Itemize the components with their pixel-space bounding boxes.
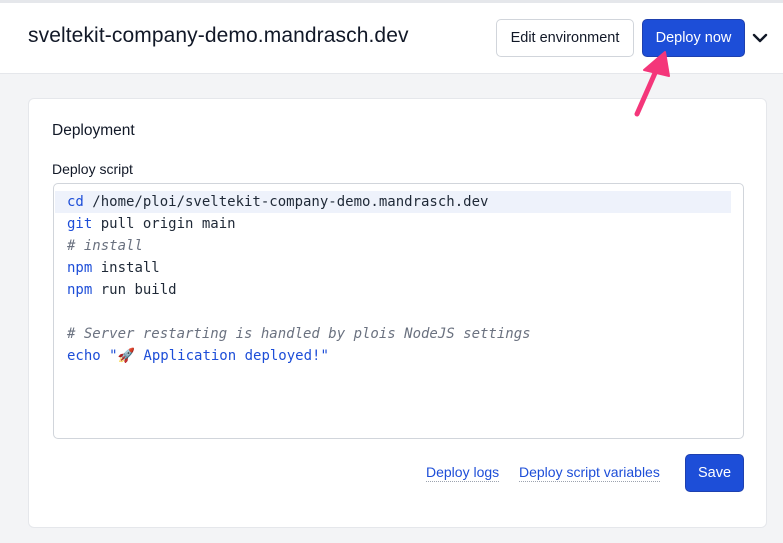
top-bar: sveltekit-company-demo.mandrasch.dev Edi… <box>0 0 783 74</box>
code-args: run build <box>92 282 177 298</box>
code-command: npm <box>67 282 93 298</box>
deploy-script-editor[interactable]: cd /home/ploi/sveltekit-company-demo.man… <box>53 183 744 439</box>
chevron-down-icon[interactable] <box>750 28 770 48</box>
deployment-card: Deployment Deploy script cd /home/ploi/s… <box>28 98 767 528</box>
page-title: sveltekit-company-demo.mandrasch.dev <box>28 24 409 47</box>
code-line: # Server restarting is handled by plois … <box>55 323 731 345</box>
code-comment: # Server restarting is handled by plois … <box>67 326 531 342</box>
code-line: git pull origin main <box>55 213 731 235</box>
code-command: echo <box>67 348 101 364</box>
deploy-now-button[interactable]: Deploy now <box>642 19 745 57</box>
top-divider <box>0 0 783 3</box>
code-line: npm run build <box>55 279 731 301</box>
save-button[interactable]: Save <box>685 454 744 492</box>
code-args: install <box>92 260 160 276</box>
code-args: /home/ploi/sveltekit-company-demo.mandra… <box>83 194 489 210</box>
code-command: git <box>67 216 93 232</box>
code-comment: # install <box>67 238 143 254</box>
edit-environment-button[interactable]: Edit environment <box>496 19 634 57</box>
card-title: Deployment <box>52 122 135 139</box>
code-line: npm install <box>55 257 731 279</box>
code-command: cd <box>67 194 84 210</box>
code-string: "🚀 Application deployed!" <box>100 348 329 364</box>
deploy-logs-link[interactable]: Deploy logs <box>426 464 500 482</box>
deploy-script-label: Deploy script <box>52 161 133 177</box>
code-line: # install <box>55 235 731 257</box>
code-line: cd /home/ploi/sveltekit-company-demo.man… <box>55 191 731 213</box>
deploy-script-variables-link[interactable]: Deploy script variables <box>519 464 660 482</box>
code-args: pull origin main <box>92 216 236 232</box>
code-command: npm <box>67 260 93 276</box>
code-line: echo "🚀 Application deployed!" <box>55 345 731 367</box>
